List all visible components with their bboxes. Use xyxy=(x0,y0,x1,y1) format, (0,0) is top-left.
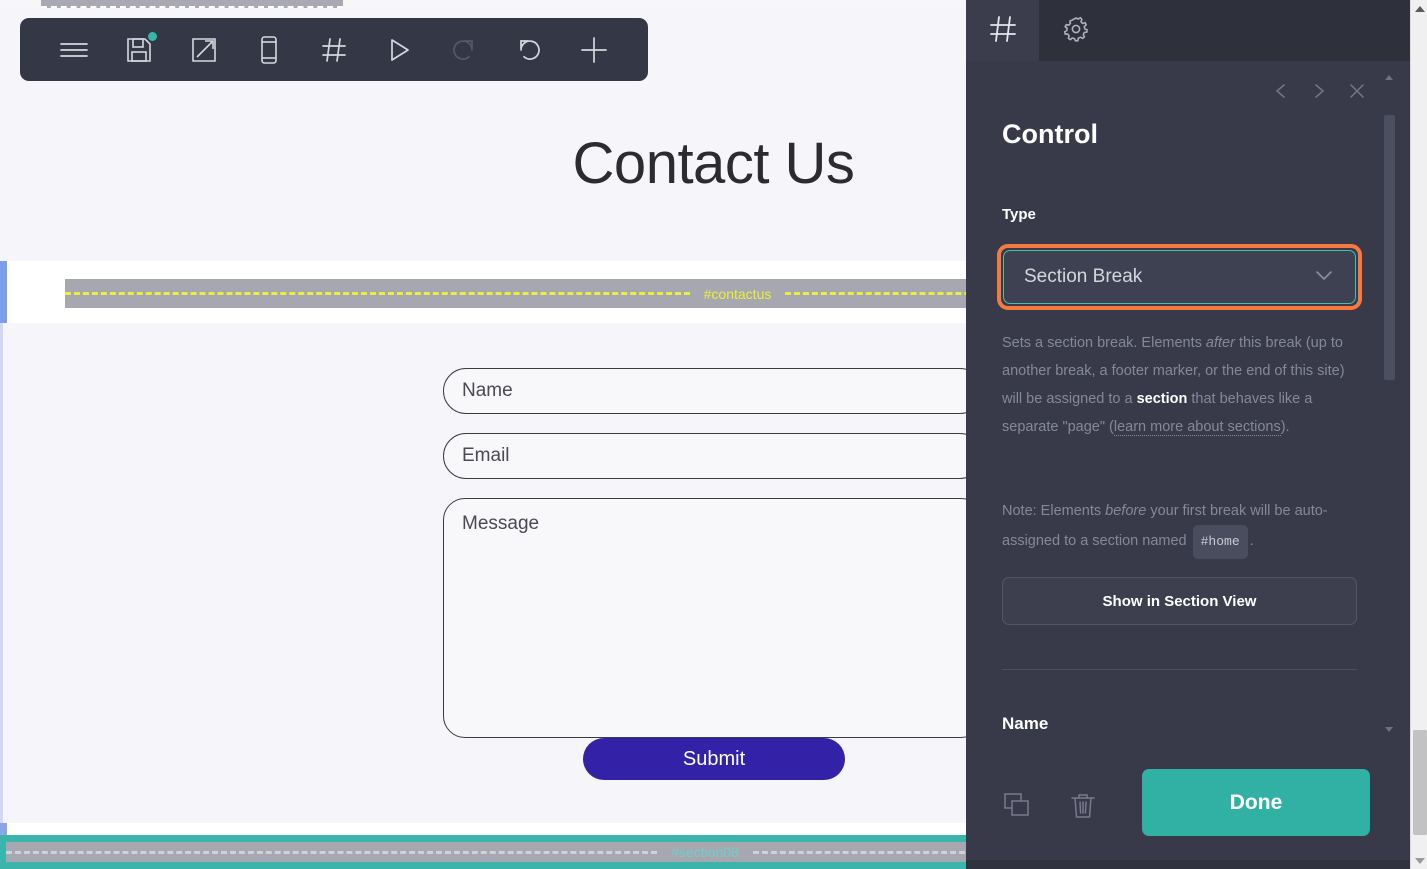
note-part-1: Note: Elements xyxy=(1002,503,1106,519)
page-scroll-down-arrow[interactable] xyxy=(1411,852,1427,869)
email-field[interactable]: Email xyxy=(443,433,983,479)
save-icon xyxy=(126,37,152,63)
save-unsaved-badge xyxy=(148,32,158,41)
editor-toolbar xyxy=(20,18,648,81)
panel-tabbar xyxy=(966,0,1410,61)
type-select-highlight: Section Break xyxy=(997,244,1362,310)
desc-strong-section: section xyxy=(1136,391,1188,407)
desc-em-after: after xyxy=(1205,335,1235,351)
mobile-view-icon xyxy=(260,35,278,65)
type-note: Note: Elements before your first break w… xyxy=(1002,497,1360,559)
undo-icon xyxy=(516,37,542,63)
duplicate-button[interactable] xyxy=(994,784,1040,830)
undo-button[interactable] xyxy=(496,18,561,81)
app-root: Contact Us #contactus Name Email Message… xyxy=(0,0,1427,869)
copy-icon xyxy=(1003,792,1031,823)
preview-button[interactable] xyxy=(172,18,237,81)
mobile-view-button[interactable] xyxy=(237,18,302,81)
section-left-indicator xyxy=(0,261,7,323)
panel-scrollbar[interactable] xyxy=(1384,75,1402,735)
save-button[interactable] xyxy=(107,18,172,81)
page-scrollbar[interactable] xyxy=(1410,0,1427,869)
panel-divider xyxy=(1002,669,1357,670)
play-icon xyxy=(387,37,411,63)
redo-icon xyxy=(451,37,477,63)
name-field[interactable]: Name xyxy=(443,368,983,414)
page-scroll-thumb[interactable] xyxy=(1413,730,1427,835)
note-em-before: before xyxy=(1105,503,1147,519)
trash-icon xyxy=(1070,792,1096,823)
submit-button[interactable]: Submit xyxy=(583,738,845,780)
panel-scroll-down-arrow[interactable] xyxy=(1385,727,1394,735)
panel-footer: Done xyxy=(966,758,1410,869)
page-scroll-up-arrow[interactable] xyxy=(1411,0,1427,17)
hash-icon xyxy=(321,37,347,63)
panel-content: Control Type Section Break Sets a sectio… xyxy=(966,61,1396,758)
selected-element-band xyxy=(41,0,343,8)
desc-part-4: ). xyxy=(1280,419,1290,435)
panel-scroll-up-arrow[interactable] xyxy=(1385,75,1394,83)
panel-title: Control xyxy=(1002,119,1098,149)
tab-settings[interactable] xyxy=(1039,0,1112,61)
gear-icon xyxy=(1061,14,1091,47)
type-select[interactable]: Section Break xyxy=(1003,250,1356,304)
learn-more-sections-link[interactable]: learn more about sections xyxy=(1113,419,1281,436)
sections-button[interactable] xyxy=(302,18,367,81)
tab-sections[interactable] xyxy=(966,0,1039,61)
home-section-code-chip: #home xyxy=(1192,525,1248,559)
marker-dash-left xyxy=(6,850,658,854)
add-button[interactable] xyxy=(561,18,626,81)
done-button[interactable]: Done xyxy=(1142,769,1370,836)
marker-label: #section08 xyxy=(671,844,739,860)
message-field[interactable]: Message xyxy=(443,498,983,738)
properties-panel: Control Type Section Break Sets a sectio… xyxy=(966,0,1410,869)
marker-dash-left xyxy=(65,292,690,295)
menu-icon xyxy=(59,40,89,60)
delete-button[interactable] xyxy=(1060,784,1106,830)
note-part-3: . xyxy=(1249,533,1254,549)
section-left-indicator-bottom xyxy=(0,823,7,835)
panel-body: Control Type Section Break Sets a sectio… xyxy=(966,61,1410,758)
name-label: Name xyxy=(1002,714,1049,733)
play-button[interactable] xyxy=(366,18,431,81)
chevron-down-icon xyxy=(1313,264,1335,291)
type-select-value: Section Break xyxy=(1024,266,1143,287)
plus-icon xyxy=(579,35,609,65)
marker-label: #contactus xyxy=(703,285,772,302)
hash-icon xyxy=(988,14,1018,47)
show-in-section-view-button[interactable]: Show in Section View xyxy=(1002,577,1357,625)
menu-button[interactable] xyxy=(42,18,107,81)
redo-button[interactable] xyxy=(431,18,496,81)
panel-scroll-thumb[interactable] xyxy=(1384,115,1395,380)
desc-part-1: Sets a section break. Elements xyxy=(1002,335,1206,351)
type-label: Type xyxy=(1002,206,1036,223)
form-left-indicator xyxy=(0,323,3,833)
type-description: Sets a section break. Elements after thi… xyxy=(1002,329,1360,441)
preview-icon xyxy=(190,36,218,64)
footer-bottom-strip xyxy=(966,860,1410,869)
